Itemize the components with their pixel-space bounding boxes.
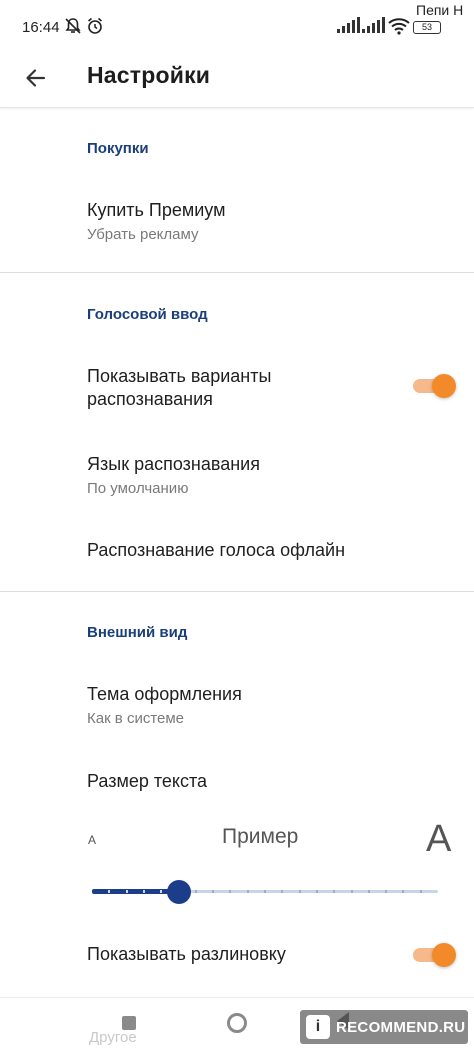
item-subtitle: Как в системе — [87, 710, 185, 727]
slider-tick — [212, 890, 215, 893]
settings-item-offline-recognition[interactable]: Распознавание голоса офлайн — [0, 525, 474, 580]
settings-item-show-variants[interactable]: Показывать варианты распознавания — [0, 352, 474, 432]
slider-tick — [315, 890, 318, 893]
text-size-example: Пример — [222, 825, 299, 848]
slider-tick — [160, 890, 163, 893]
toggle-thumb — [432, 943, 456, 967]
item-title: Купить Премиум — [87, 200, 226, 220]
notifications-muted-icon — [64, 17, 82, 40]
item-subtitle: По умолчанию — [87, 480, 189, 497]
slider-fill — [92, 889, 179, 894]
slider-tick — [419, 890, 422, 893]
slider-tick — [350, 890, 353, 893]
watermark: i RECOMMEND.RU — [300, 1010, 468, 1044]
section-header-voice-input: Голосовой ввод — [87, 306, 208, 323]
slider-tick — [402, 890, 405, 893]
slider-tick — [246, 890, 249, 893]
item-subtitle: Убрать рекламу — [87, 226, 199, 243]
item-title: Распознавание голоса офлайн — [87, 540, 346, 560]
section-divider — [0, 272, 474, 273]
status-time: 16:44 — [22, 19, 60, 36]
page-title: Настройки — [87, 62, 211, 88]
item-title-line2: распознавания — [87, 389, 213, 409]
section-header-other: Другое — [89, 1029, 137, 1046]
slider-tick — [281, 890, 284, 893]
signal-2-icon — [362, 17, 385, 33]
section-divider — [0, 591, 474, 592]
back-button[interactable] — [20, 62, 52, 94]
alarm-icon — [86, 17, 104, 40]
item-title-line1: Показывать варианты — [87, 366, 272, 386]
slider-tick — [264, 890, 266, 893]
slider-tick — [108, 890, 111, 893]
slider-tick — [385, 890, 388, 893]
show-variants-toggle[interactable] — [413, 374, 456, 398]
recent-apps-button[interactable] — [122, 1016, 136, 1030]
carrier-name: Пепи Н — [416, 2, 464, 18]
status-bar: 16:44 Пепи Н 53 — [0, 0, 474, 52]
signal-icon — [337, 17, 360, 33]
slider-tick — [125, 890, 128, 893]
battery-icon: 53 — [413, 21, 441, 34]
section-header-purchases: Покупки — [87, 140, 149, 157]
settings-item-show-lines[interactable]: Показывать разлиновку — [0, 930, 474, 980]
slider-tick — [298, 890, 301, 893]
item-title: Тема оформления — [87, 684, 242, 704]
text-size-slider[interactable] — [92, 875, 438, 909]
arrow-left-icon — [26, 69, 46, 87]
settings-item-buy-premium[interactable]: Купить Премиум Убрать рекламу — [0, 185, 474, 265]
slider-tick — [142, 890, 145, 893]
slider-tick — [333, 890, 336, 893]
toggle-thumb — [432, 374, 456, 398]
settings-item-theme[interactable]: Тема оформления Как в системе — [0, 670, 474, 740]
watermark-text: RECOMMEND.RU — [336, 1018, 466, 1036]
slider-tick — [194, 890, 197, 893]
slider-tick — [229, 890, 232, 893]
slider-knob[interactable] — [166, 880, 191, 904]
show-lines-toggle[interactable] — [413, 943, 456, 967]
home-button[interactable] — [227, 1013, 247, 1033]
settings-item-recognition-language[interactable]: Язык распознавания По умолчанию — [0, 440, 474, 510]
app-toolbar: Настройки — [0, 52, 474, 108]
wifi-icon — [388, 17, 410, 40]
item-title: Показывать разлиновку — [87, 944, 286, 964]
slider-tick — [367, 890, 370, 893]
section-header-appearance: Внешний вид — [87, 624, 188, 641]
text-size-large-label: A — [426, 818, 452, 860]
text-size-small-label: A — [88, 833, 97, 847]
watermark-logo-icon: i — [306, 1015, 330, 1039]
item-title: Язык распознавания — [87, 454, 260, 474]
text-size-title: Размер текста — [87, 771, 208, 791]
battery-level: 53 — [421, 22, 432, 32]
